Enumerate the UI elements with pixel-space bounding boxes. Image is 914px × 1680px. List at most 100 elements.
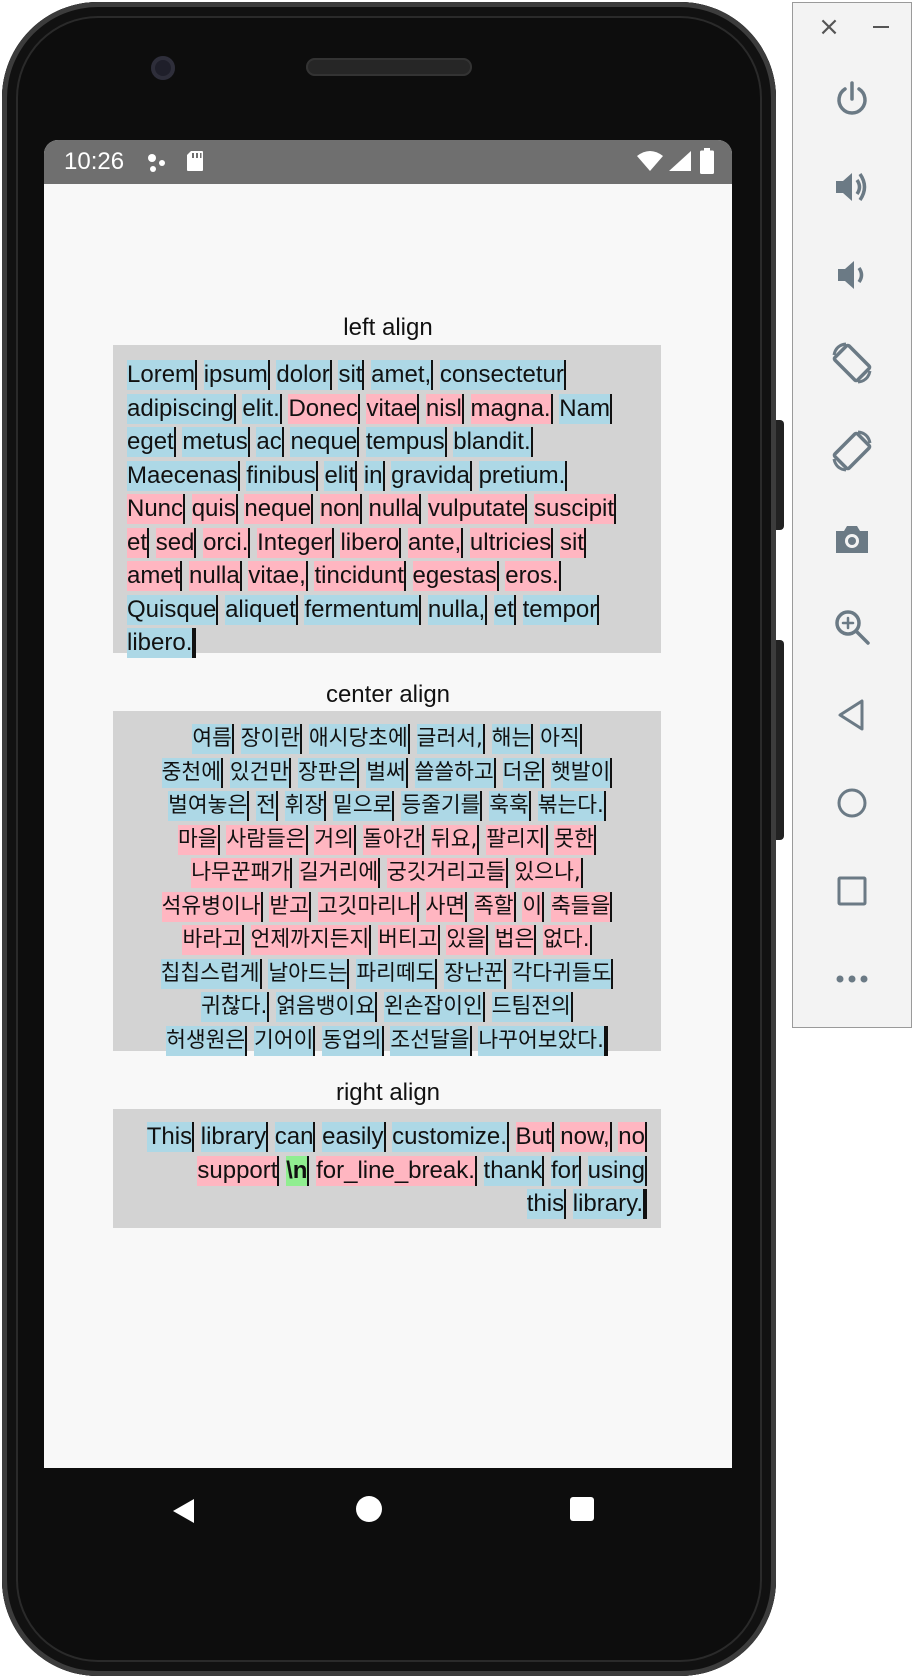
text-line: Nunc quis neque non nulla vulputate susc… [127, 493, 647, 527]
word-chip: 축들을 [551, 891, 613, 922]
word-chip: ac [256, 427, 284, 457]
nav-recents-icon[interactable] [570, 1497, 594, 1521]
text-line: 마을 사람들은 거의 돌아간 뒤요, 팔리지 못한 [127, 824, 647, 858]
word-chip: 각다귀들도 [512, 958, 614, 989]
home-icon[interactable] [793, 773, 911, 833]
text-line: 여름 장이란 애시당초에 글러서, 해는 아직 [127, 723, 647, 757]
word-chip: libero [340, 527, 402, 558]
volume-up-icon[interactable] [793, 157, 911, 217]
word-chip: library [200, 1122, 269, 1152]
word-chip: 장판은 [298, 757, 360, 788]
word-chip: Lorem [127, 360, 198, 390]
word-chip: in [363, 460, 385, 491]
word-chip: Donec [288, 393, 360, 424]
rotate-left-icon[interactable] [793, 333, 911, 393]
word-chip: Nam [559, 393, 612, 424]
text-line: Lorem ipsum dolor sit amet, consectetur [127, 359, 647, 393]
word-chip: 있건만 [229, 757, 292, 788]
overview-icon[interactable] [793, 861, 911, 921]
text-line: 벌여놓은 전 휘장 밑으로 등줄기를 훅훅 볶는다. [127, 790, 647, 824]
word-chip: blandit. [453, 427, 533, 457]
volume-down-icon[interactable] [793, 245, 911, 305]
word-chip: aliquet [225, 594, 298, 625]
word-chip: This [146, 1122, 195, 1152]
zoom-icon[interactable] [793, 597, 911, 657]
rotate-right-icon[interactable] [793, 421, 911, 481]
word-chip: 족할 [473, 891, 516, 922]
word-chip: elit. [242, 393, 282, 424]
word-chip: finibus [246, 460, 318, 491]
close-icon[interactable]: × [815, 12, 843, 42]
device-screen: 10:26 left align Lorem ipsum dolor sit a… [44, 140, 732, 1468]
text-line: 석유병이나 받고 고깃마리나 사면 족할 이 축들을 [127, 891, 647, 925]
word-chip: Maecenas [127, 460, 240, 491]
word-chip: amet, [371, 360, 434, 390]
camera-icon[interactable] [793, 509, 911, 569]
word-chip: thank [483, 1155, 545, 1186]
status-bar: 10:26 [44, 140, 732, 184]
text-line: support \n for_line_break. thank for usi… [127, 1155, 647, 1189]
back-icon[interactable] [793, 685, 911, 745]
word-chip: egestas [412, 561, 499, 591]
word-chip: nisl [425, 393, 464, 424]
word-chip: sit [559, 527, 586, 558]
word-chip: 쓸쓸하고 [414, 757, 496, 788]
word-chip: Nunc [127, 494, 186, 524]
front-camera [151, 56, 175, 80]
word-chip: nulla [189, 561, 242, 591]
section-title-right: right align [335, 1079, 441, 1106]
word-chip: eros. [505, 561, 561, 591]
more-icon[interactable] [793, 949, 911, 1009]
word-chip: eget [127, 427, 176, 457]
nav-back-icon[interactable] [172, 1498, 196, 1524]
word-chip: customize. [392, 1122, 509, 1152]
power-icon[interactable] [793, 69, 911, 129]
word-chip: 있을 [446, 925, 488, 955]
word-chip: 해는 [491, 724, 534, 754]
word-chip: 사면 [425, 891, 468, 922]
word-chip: 얽음뱅이요 [276, 992, 378, 1022]
word-chip: 있으나, [514, 858, 583, 888]
section-title-center: center align [325, 681, 451, 708]
word-chip: 길거리에 [299, 858, 381, 888]
text-line: et sed orci. Integer libero ante, ultric… [127, 527, 647, 561]
text-line: 중천에 있건만 장판은 벌써 쓸쓸하고 더운 햇발이 [127, 757, 647, 791]
word-chip: 휘장 [284, 791, 327, 821]
text-line: 나무꾼패가 길거리에 궁깃거리고들 있으나, [127, 857, 647, 891]
earpiece-speaker [306, 58, 472, 76]
word-chip: 나꾸어보았다. [478, 1025, 608, 1056]
word-chip: 장난꾼 [444, 958, 506, 989]
word-chip: quis [191, 494, 238, 524]
word-chip: magna. [470, 393, 553, 424]
nav-home-icon[interactable] [356, 1496, 382, 1522]
text-line: 바라고 언제까지든지 버티고 있을 법은 없다. [127, 924, 647, 958]
word-chip: ultricies [469, 527, 554, 558]
word-chip: 햇발이 [551, 757, 613, 788]
section-title-left: left align [343, 314, 433, 341]
word-chip: 벌써 [366, 757, 408, 788]
word-chip: 조선달을 [390, 1025, 472, 1056]
minimize-icon[interactable] [867, 13, 895, 41]
word-chip: ipsum [203, 360, 270, 390]
word-chip: metus [182, 427, 250, 457]
word-chip: 마을 [178, 824, 220, 855]
text-line: amet nulla vitae, tincidunt egestas eros… [127, 560, 647, 594]
word-chip: 왼손잡이인 [383, 992, 485, 1022]
word-chip: 중천에 [161, 757, 223, 788]
word-chip: nulla [368, 494, 422, 524]
word-chip: 애시당초에 [308, 724, 410, 754]
word-chip: support [197, 1155, 280, 1186]
word-chip: vitae [366, 393, 420, 424]
word-chip: nulla, [427, 594, 488, 625]
word-chip: et [127, 527, 150, 558]
word-chip: 전 [256, 791, 278, 821]
word-chip: no [618, 1122, 647, 1152]
word-chip: easily [322, 1122, 386, 1152]
word-chip: 거의 [314, 824, 356, 855]
text-line: This library can easily customize. But n… [127, 1121, 647, 1155]
word-chip: 등줄기를 [401, 791, 483, 821]
cell-signal-icon [669, 151, 691, 171]
word-chip: 날아드는 [268, 958, 350, 989]
word-chip: 칩칩스럽게 [160, 958, 262, 989]
word-chip: gravida [391, 460, 472, 491]
